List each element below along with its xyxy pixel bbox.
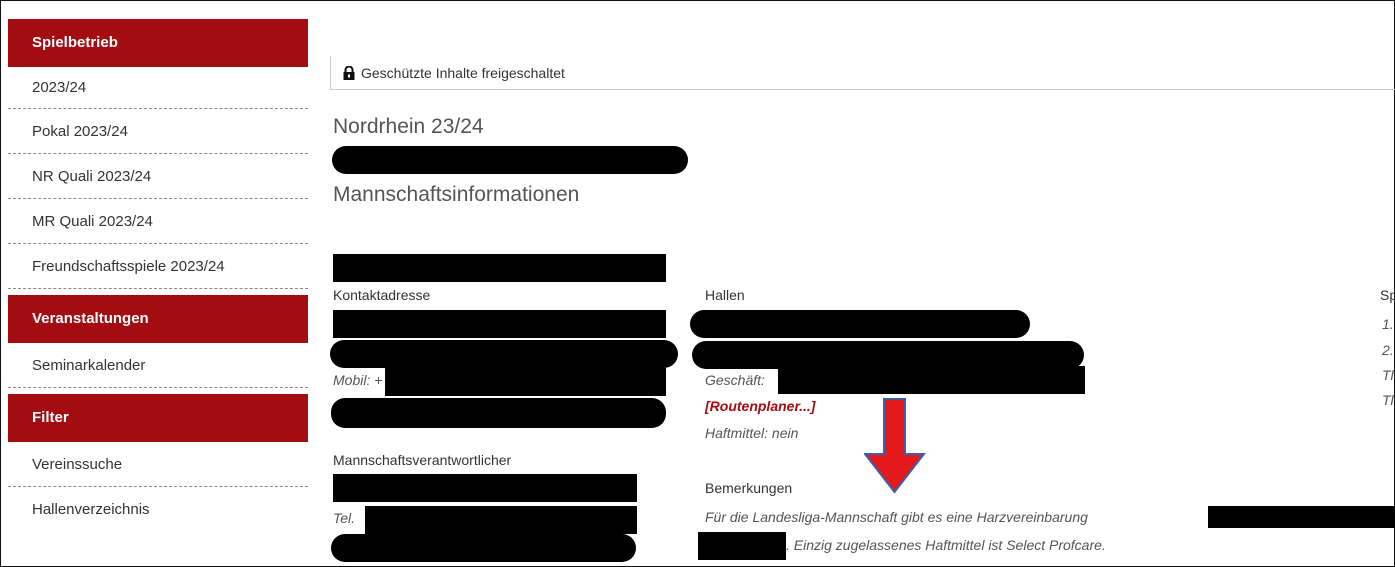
redacted-block	[778, 366, 1085, 394]
down-arrow-icon	[864, 398, 926, 494]
right-column-item: 1.	[1382, 316, 1394, 332]
responsible-label: Mannschaftsverantwortlicher	[333, 452, 512, 468]
sidebar-header-spielbetrieb: Spielbetrieb	[8, 19, 308, 67]
right-column-item: Tl	[1382, 367, 1394, 383]
redacted-block	[333, 254, 666, 282]
sidebar-item-freundschaftsspiele[interactable]: Freundschaftsspiele 2023/24	[8, 244, 308, 289]
remarks-label: Bemerkungen	[705, 480, 793, 496]
sidebar-item-hallenverzeichnis[interactable]: Hallenverzeichnis	[8, 487, 308, 532]
redacted-block	[333, 474, 637, 502]
redacted-block	[331, 534, 636, 562]
redacted-block	[330, 340, 678, 368]
page-title: Mannschaftsinformationen	[333, 183, 580, 206]
contact-label: Kontaktadresse	[333, 287, 431, 303]
right-column-label: Sp	[1380, 287, 1395, 303]
unlock-status-bar: Geschützte Inhalte freigeschaltet	[330, 56, 1395, 90]
sidebar-item-seminarkalender[interactable]: Seminarkalender	[8, 343, 308, 388]
remarks-line-2: . Einzig zugelassenes Haftmittel ist Sel…	[786, 537, 1106, 553]
redacted-block	[698, 532, 786, 560]
right-column-item: Tl	[1382, 392, 1394, 408]
resin-info: Haftmittel: nein	[705, 425, 799, 441]
halls-label: Hallen	[705, 287, 745, 303]
redacted-block	[333, 310, 666, 338]
sidebar-item-pokal[interactable]: Pokal 2023/24	[8, 109, 308, 154]
redacted-block	[690, 310, 1030, 338]
league-title: Nordrhein 23/24	[333, 115, 484, 138]
business-prefix: Geschäft:	[705, 372, 765, 388]
tel-prefix: Tel.	[333, 510, 356, 526]
sidebar-header-veranstaltungen: Veranstaltungen	[8, 295, 308, 343]
routenplaner-link[interactable]: [Routenplaner...]	[705, 398, 815, 414]
redacted-block	[365, 506, 637, 534]
sidebar-header-filter: Filter	[8, 394, 308, 442]
sidebar-item-mr-quali[interactable]: MR Quali 2023/24	[8, 199, 308, 244]
sidebar-item-nr-quali[interactable]: NR Quali 2023/24	[8, 154, 308, 199]
redacted-block	[331, 398, 666, 428]
sidebar-item-2023-24[interactable]: 2023/24	[8, 67, 308, 109]
sidebar-item-vereinssuche[interactable]: Vereinssuche	[8, 442, 308, 487]
redacted-block	[692, 341, 1084, 369]
mobile-prefix: Mobil: +	[333, 372, 383, 388]
redacted-block	[1208, 506, 1395, 528]
sidebar: Spielbetrieb 2023/24 Pokal 2023/24 NR Qu…	[8, 19, 308, 532]
remarks-line-1: Für die Landesliga-Mannschaft gibt es ei…	[705, 509, 1088, 525]
padlock-icon	[343, 65, 355, 80]
redacted-block	[385, 368, 666, 396]
right-column-item: 2.	[1382, 342, 1394, 358]
redacted-block	[332, 146, 688, 174]
unlock-text: Geschützte Inhalte freigeschaltet	[361, 65, 565, 81]
